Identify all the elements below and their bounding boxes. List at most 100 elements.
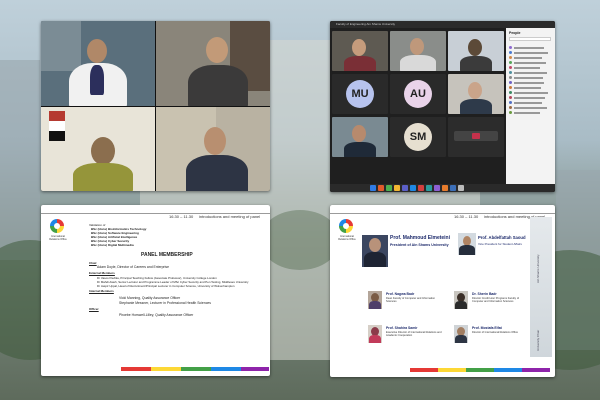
app-icon[interactable] xyxy=(386,185,392,191)
participant-tile[interactable] xyxy=(448,117,504,157)
programme-item: BSc (Hons) Digital Multimedia xyxy=(91,243,134,247)
teams-meeting-window: Faculty of Engineering Ain Shams Univers… xyxy=(330,21,555,192)
internal-label: Internal Members xyxy=(89,289,114,293)
mac-dock xyxy=(330,184,555,192)
slide-time: 16.30 – 11.30 xyxy=(454,214,479,219)
participant-tile[interactable]: MU xyxy=(332,74,388,114)
avatar: SM xyxy=(404,123,432,151)
officer-label: Officer xyxy=(89,307,99,311)
app-icon[interactable] xyxy=(394,185,400,191)
people-header: People xyxy=(509,31,521,35)
external-member: Dr Jaspir Uppal, Head of Recruitment/Pri… xyxy=(97,284,235,288)
side-band: Ain Shams University University Chair xyxy=(530,217,552,357)
chair-label: Chair xyxy=(89,261,97,265)
people-panel: People xyxy=(506,28,555,184)
panel-membership-slide: 16.30 – 11.30 introductions and meeting … xyxy=(41,205,270,376)
color-bar xyxy=(494,368,522,372)
slide-topic: introductions and meeting of panel xyxy=(199,214,261,219)
avatar xyxy=(509,46,512,49)
avatar xyxy=(509,56,512,59)
people-search-input[interactable] xyxy=(509,37,551,41)
member-name: Prof. Mostafa Elfat xyxy=(472,326,502,330)
avatar: MU xyxy=(346,80,374,108)
participant-tile[interactable] xyxy=(156,107,270,191)
color-bar xyxy=(121,367,151,371)
color-bar xyxy=(410,368,438,372)
color-bar xyxy=(466,368,494,372)
participant-tile[interactable] xyxy=(156,21,270,106)
participant-tile[interactable] xyxy=(332,31,388,71)
portrait-photo xyxy=(368,291,382,309)
portrait-photo xyxy=(362,235,388,267)
portrait-photo xyxy=(458,233,476,255)
logo-icon xyxy=(339,219,353,233)
app-icon[interactable] xyxy=(418,185,424,191)
member-name: Dr. Sherin Badr xyxy=(472,292,497,296)
officer-name: Phoebe Horswell-Lilley, Quality Assuranc… xyxy=(119,313,194,317)
participant-tile[interactable] xyxy=(41,107,155,191)
teams-icon[interactable] xyxy=(402,185,408,191)
slide-time: 16.30 – 11.30 xyxy=(169,214,194,219)
app-icon[interactable] xyxy=(442,185,448,191)
leadership-slide: 16.30 – 11.30 introductions and meeting … xyxy=(330,205,555,377)
participant-tile[interactable]: AU xyxy=(390,74,446,114)
panel-title: PANEL MEMBERSHIP xyxy=(141,252,193,258)
color-bar xyxy=(438,368,466,372)
participant-tile[interactable] xyxy=(448,31,504,71)
chair-name: Adam Doyle, Director of Careers and Ente… xyxy=(97,265,169,269)
leader-name: Prof. Abdelfattah Saoud xyxy=(478,235,526,240)
avatar xyxy=(509,96,512,99)
leader-role: Vice President for Student Affairs xyxy=(478,242,522,246)
color-bar xyxy=(211,367,241,371)
participant-tile[interactable] xyxy=(390,31,446,71)
avatar xyxy=(509,106,512,109)
avatar xyxy=(509,66,512,69)
portrait-photo xyxy=(368,325,382,343)
color-bar xyxy=(522,368,550,372)
member-name: Prof. Nagwa Badr xyxy=(386,292,415,296)
portrait-photo xyxy=(454,325,468,343)
avatar xyxy=(509,111,512,114)
app-icon[interactable] xyxy=(410,185,416,191)
app-icon[interactable] xyxy=(378,185,384,191)
participant-tile[interactable] xyxy=(448,74,504,114)
participant-tile[interactable] xyxy=(41,21,155,106)
trash-icon[interactable] xyxy=(458,185,464,191)
participant-tile[interactable] xyxy=(332,117,388,157)
portrait-photo xyxy=(454,291,468,309)
avatar xyxy=(509,81,512,84)
avatar xyxy=(509,61,512,64)
color-bar xyxy=(181,367,211,371)
internal-member: Vicki Manning, Quality Assurance Officer xyxy=(119,296,181,300)
side-label: Ain Shams University xyxy=(536,254,540,283)
avatar xyxy=(509,51,512,54)
avatar: AU xyxy=(404,80,432,108)
app-icon[interactable] xyxy=(434,185,440,191)
logo-icon xyxy=(50,219,64,233)
avatar xyxy=(509,71,512,74)
title-bar: Faculty of Engineering Ain Shams Univers… xyxy=(330,21,555,28)
avatar xyxy=(509,76,512,79)
participant-tile[interactable]: SM xyxy=(390,117,446,157)
color-bar xyxy=(151,367,181,371)
color-bar xyxy=(241,367,269,371)
window-title: Faculty of Engineering Ain Shams Univers… xyxy=(336,22,396,26)
meeting-stage: MU AU SM xyxy=(330,28,506,184)
app-icon[interactable] xyxy=(450,185,456,191)
internal-member: Stephanie Messner, Lecturer in Professio… xyxy=(119,301,211,305)
finder-icon[interactable] xyxy=(370,185,376,191)
logo-caption: International Relations Office xyxy=(49,235,67,241)
external-label: External Members xyxy=(89,271,115,275)
member-role: Dean Faculty of Computer and Information… xyxy=(386,297,436,303)
avatar xyxy=(509,91,512,94)
member-name: Prof. Shahira Samir xyxy=(386,326,418,330)
leader-name: Prof. Mahmoud Elmeteini xyxy=(390,235,451,241)
logo-caption: International Relations Office xyxy=(338,235,356,241)
member-role: Executive Director of International Rela… xyxy=(386,331,442,337)
avatar xyxy=(509,86,512,89)
app-icon[interactable] xyxy=(426,185,432,191)
video-call-grid xyxy=(41,21,270,191)
avatar xyxy=(509,101,512,104)
leader-role: President of Ain Shams University xyxy=(390,243,449,247)
side-label: University Chair xyxy=(536,329,540,351)
